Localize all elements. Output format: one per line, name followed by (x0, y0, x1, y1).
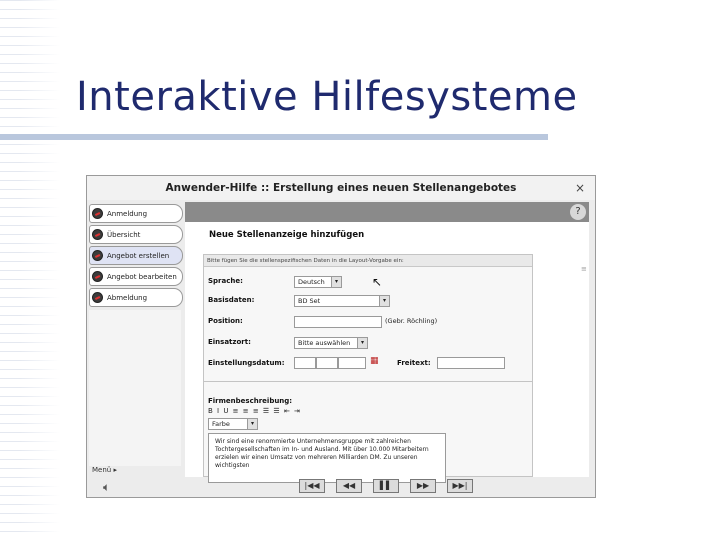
slide-title: Interaktive Hilfesysteme (76, 74, 578, 120)
close-icon[interactable]: × (575, 181, 585, 195)
einsatzort-label: Einsatzort: (208, 338, 251, 346)
status-icon (92, 292, 103, 303)
sprache-select[interactable]: Deutsch ▾ (294, 276, 342, 288)
sidebar-item-label: Angebot bearbeiten (107, 272, 177, 281)
sidebar-item-angebot-bearbeiten[interactable]: Angebot bearbeiten (89, 267, 183, 286)
chevron-down-icon: ▾ (247, 419, 257, 429)
form-hint: Bitte fügen Sie die stellenspezifischen … (204, 255, 532, 267)
forward-button[interactable]: ▶▶ (410, 479, 436, 493)
first-button[interactable]: |◀◀ (299, 479, 325, 493)
sidebar-item-label: Abmeldung (107, 293, 148, 302)
einstellungsdatum-label: Einstellungsdatum: (208, 359, 285, 367)
sidebar-item-label: Übersicht (107, 230, 141, 239)
chevron-down-icon: ▾ (331, 277, 341, 287)
status-icon (92, 229, 103, 240)
sidebar-nav: Anmeldung Übersicht Angebot erstellen An… (89, 204, 183, 309)
window-title: Anwender-Hilfe :: Erstellung eines neuen… (87, 176, 595, 200)
scrollbar-grip[interactable]: ≡ (581, 266, 587, 273)
content-header-bar (185, 202, 589, 222)
sidebar-item-angebot-erstellen[interactable]: Angebot erstellen (89, 246, 183, 265)
sprache-value: Deutsch (298, 278, 325, 286)
status-icon (92, 250, 103, 261)
color-select-value: Farbe (212, 420, 230, 428)
title-underline (0, 134, 548, 140)
basisdaten-value: BD Set (298, 297, 321, 305)
rewind-button[interactable]: ◀◀ (336, 479, 362, 493)
chevron-down-icon: ▾ (357, 338, 367, 348)
date-month-input[interactable] (316, 357, 338, 369)
status-icon (92, 208, 103, 219)
status-icon (92, 271, 103, 282)
freitext-input[interactable] (437, 357, 505, 369)
job-form: Bitte fügen Sie die stellenspezifischen … (203, 254, 533, 483)
chevron-down-icon: ▾ (379, 296, 389, 306)
freitext-label: Freitext: (397, 359, 431, 367)
position-input[interactable] (294, 316, 382, 328)
basisdaten-label: Basisdaten: (208, 296, 255, 304)
company-description-textarea[interactable]: Wir sind eine renommierte Unternehmensgr… (208, 433, 446, 483)
last-button[interactable]: ▶▶| (447, 479, 473, 493)
sidebar-item-anmeldung[interactable]: Anmeldung (89, 204, 183, 223)
page-heading: Neue Stellenanzeige hinzufügen (209, 230, 365, 240)
cursor-icon: ↖ (372, 275, 383, 289)
sidebar-item-label: Anmeldung (107, 209, 148, 218)
playback-controls: |◀◀ ◀◀ ▌▌ ▶▶ ▶▶| (299, 479, 473, 493)
help-icon[interactable]: ? (570, 204, 586, 220)
sidebar-item-label: Angebot erstellen (107, 251, 170, 260)
position-label: Position: (208, 317, 243, 325)
basisdaten-select[interactable]: BD Set ▾ (294, 295, 390, 307)
calendar-icon[interactable]: ▦ (370, 356, 379, 366)
position-note: (Gebr. Röchling) (385, 317, 438, 325)
einsatzort-value: Bitte auswählen (298, 339, 351, 347)
sidebar-item-abmeldung[interactable]: Abmeldung (89, 288, 183, 307)
help-window: Anwender-Hilfe :: Erstellung eines neuen… (86, 175, 596, 498)
speaker-icon[interactable]: 🔈︎ (103, 480, 110, 495)
einsatzort-select[interactable]: Bitte auswählen ▾ (294, 337, 368, 349)
pause-button[interactable]: ▌▌ (373, 479, 399, 493)
sidebar-item-uebersicht[interactable]: Übersicht (89, 225, 183, 244)
menu-button[interactable]: Menü ▸ (92, 466, 117, 474)
form-divider (204, 381, 532, 382)
date-day-input[interactable] (294, 357, 316, 369)
date-year-input[interactable] (338, 357, 366, 369)
sidebar-empty-area (89, 310, 181, 466)
editor-toolbar[interactable]: B I U ≡ ≡ ≡ ☰ ☰ ⇤ ⇥ (208, 407, 301, 415)
content-pane: ? Neue Stellenanzeige hinzufügen ≡ Bitte… (185, 202, 589, 483)
color-select[interactable]: Farbe ▾ (208, 418, 258, 430)
sprache-label: Sprache: (208, 277, 243, 285)
firmenbeschreibung-label: Firmenbeschreibung: (208, 397, 293, 405)
